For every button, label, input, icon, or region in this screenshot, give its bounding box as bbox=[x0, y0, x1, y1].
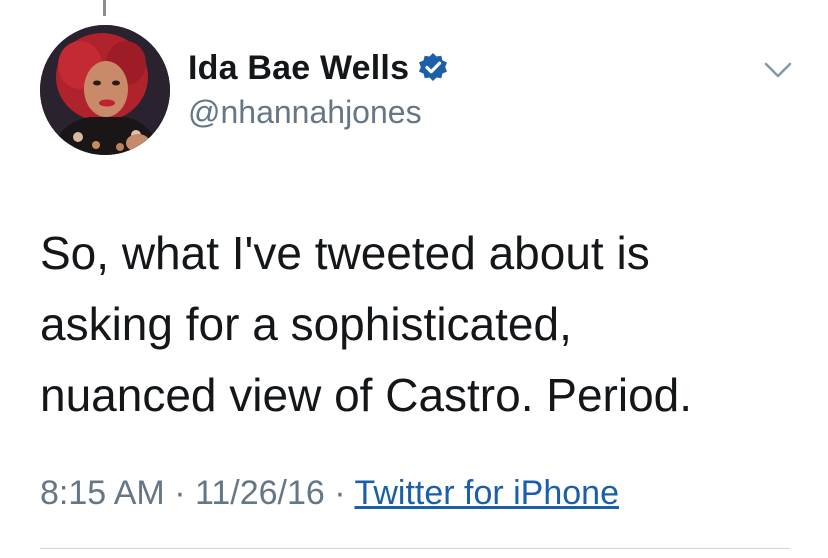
author-handle[interactable]: @nhannahjones bbox=[188, 94, 422, 131]
author-name-row: Ida Bae Wells bbox=[188, 44, 449, 92]
meta-separator: · bbox=[174, 474, 186, 512]
tweet-time: 8:15 AM bbox=[40, 474, 165, 512]
avatar[interactable] bbox=[40, 25, 170, 155]
meta-separator: · bbox=[334, 474, 346, 512]
tweet-text-line: So, what I've tweeted about is bbox=[40, 227, 650, 279]
author-display-name[interactable]: Ida Bae Wells bbox=[188, 49, 409, 88]
verified-badge-icon bbox=[417, 52, 449, 84]
thread-connector-line bbox=[103, 0, 106, 16]
tweet-card: Ida Bae Wells @nhannahjones So, what I'v… bbox=[0, 0, 828, 558]
tweet-text-line: asking for a sophisticated, bbox=[40, 298, 572, 350]
divider bbox=[40, 548, 790, 549]
avatar-photo bbox=[40, 25, 170, 155]
tweet-date: 11/26/16 bbox=[194, 474, 325, 512]
tweet-meta: 8:15 AM · 11/26/16 · Twitter for iPhone bbox=[40, 474, 619, 513]
tweet-source-link[interactable]: Twitter for iPhone bbox=[354, 474, 619, 512]
tweet-text: So, what I've tweeted about is asking fo… bbox=[40, 218, 800, 431]
chevron-down-icon[interactable] bbox=[762, 58, 794, 82]
tweet-text-line: nuanced view of Castro. Period. bbox=[40, 369, 693, 421]
